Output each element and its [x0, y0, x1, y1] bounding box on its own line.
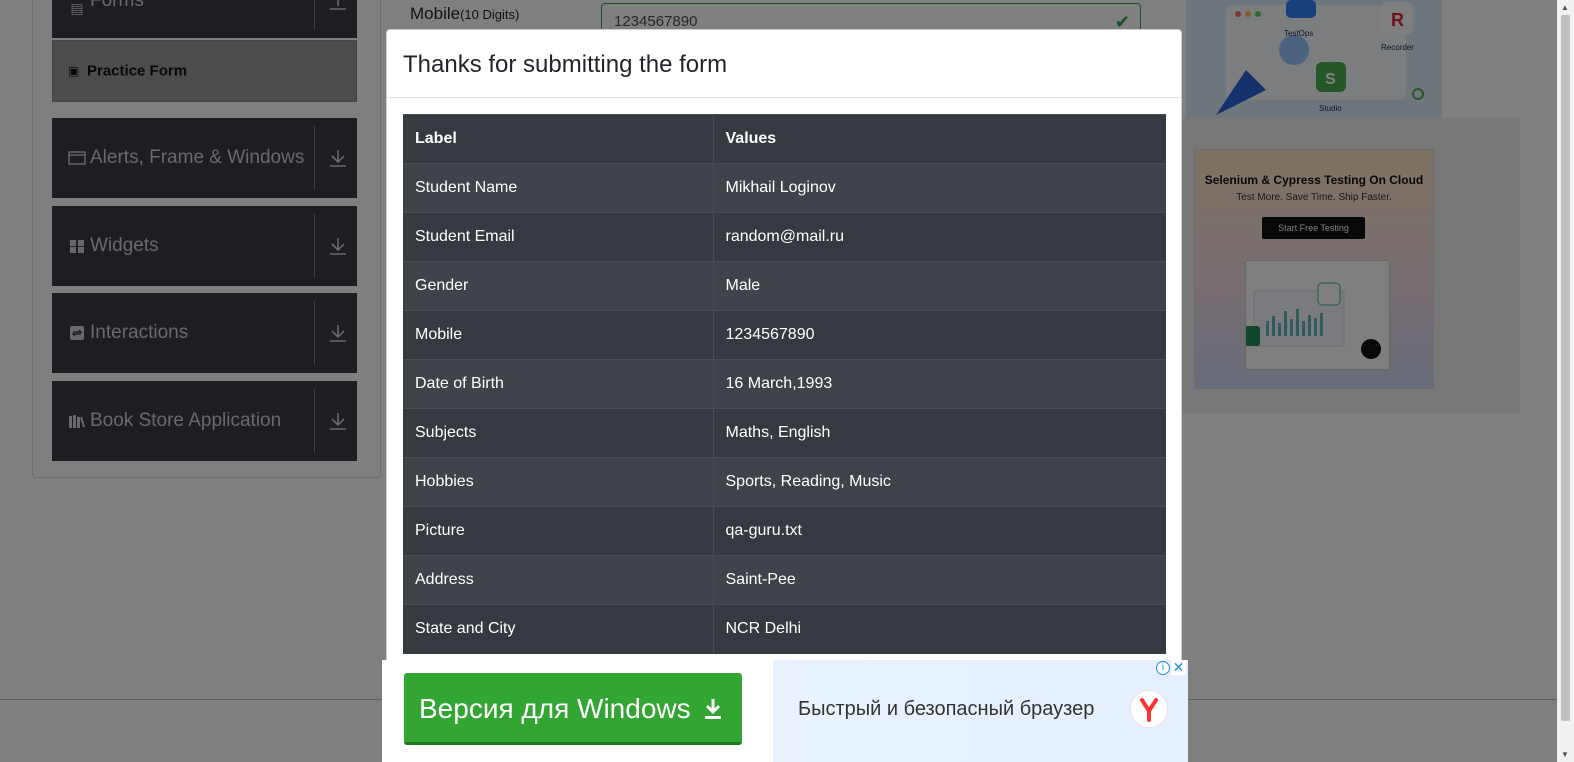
row-label: Date of Birth: [403, 359, 714, 409]
row-value: qa-guru.txt: [713, 506, 1166, 556]
row-value: Mikhail Loginov: [713, 163, 1166, 213]
table-row: Gender Male: [403, 261, 1166, 311]
column-header-values: Values: [713, 114, 1166, 164]
scroll-up-icon[interactable]: ▲: [1561, 3, 1569, 12]
row-label: Student Email: [403, 212, 714, 262]
table-row: Picture qa-guru.txt: [403, 506, 1166, 556]
row-label: Student Name: [403, 163, 714, 213]
table-row: Mobile 1234567890: [403, 310, 1166, 360]
row-label: Mobile: [403, 310, 714, 360]
row-value: Maths, English: [713, 408, 1166, 458]
table-row: Student Email random@mail.ru: [403, 212, 1166, 262]
row-label: State and City: [403, 604, 714, 654]
row-label: Hobbies: [403, 457, 714, 507]
ad-info-icon[interactable]: i: [1156, 661, 1170, 675]
yandex-logo-icon: [1131, 691, 1167, 727]
ad-slogan: Быстрый и безопасный браузер: [798, 698, 1095, 720]
scrollbar-thumb[interactable]: [1561, 15, 1570, 721]
modal-header: Thanks for submitting the form: [387, 30, 1181, 98]
row-value: Sports, Reading, Music: [713, 457, 1166, 507]
download-arrow-icon: [705, 699, 721, 719]
column-header-label: Label: [403, 114, 714, 164]
table-row: Hobbies Sports, Reading, Music: [403, 457, 1166, 507]
ad-close-icon[interactable]: ✕: [1171, 660, 1186, 675]
row-value: 1234567890: [713, 310, 1166, 360]
table-header-row: Label Values: [403, 114, 1166, 164]
table-row: State and City NCR Delhi: [403, 604, 1166, 654]
table-row: Address Saint-Pee: [403, 555, 1166, 605]
download-windows-label: Версия для Windows: [419, 693, 691, 724]
table-row: Date of Birth 16 March,1993: [403, 359, 1166, 409]
row-value: NCR Delhi: [713, 604, 1166, 654]
row-label: Subjects: [403, 408, 714, 458]
page-scrollbar[interactable]: ▲ ▼: [1557, 0, 1574, 762]
table-row: Subjects Maths, English: [403, 408, 1166, 458]
table-row: Student Name Mikhail Loginov: [403, 163, 1166, 213]
results-table: Label Values Student Name Mikhail Loginov…: [403, 114, 1166, 654]
download-windows-button[interactable]: Версия для Windows: [404, 673, 742, 745]
row-label: Picture: [403, 506, 714, 556]
row-label: Address: [403, 555, 714, 605]
modal-title: Thanks for submitting the form: [403, 51, 728, 78]
row-label: Gender: [403, 261, 714, 311]
scroll-down-icon[interactable]: ▼: [1561, 750, 1569, 759]
row-value: Saint-Pee: [713, 555, 1166, 605]
row-value: 16 March,1993: [713, 359, 1166, 409]
yandex-browser-ad[interactable]: Версия для Windows Быстрый и безопасный …: [382, 660, 1188, 762]
submission-modal: Thanks for submitting the form Label Val…: [386, 29, 1182, 669]
modal-body: Label Values Student Name Mikhail Loginov…: [387, 98, 1181, 668]
row-value: random@mail.ru: [713, 212, 1166, 262]
row-value: Male: [713, 261, 1166, 311]
